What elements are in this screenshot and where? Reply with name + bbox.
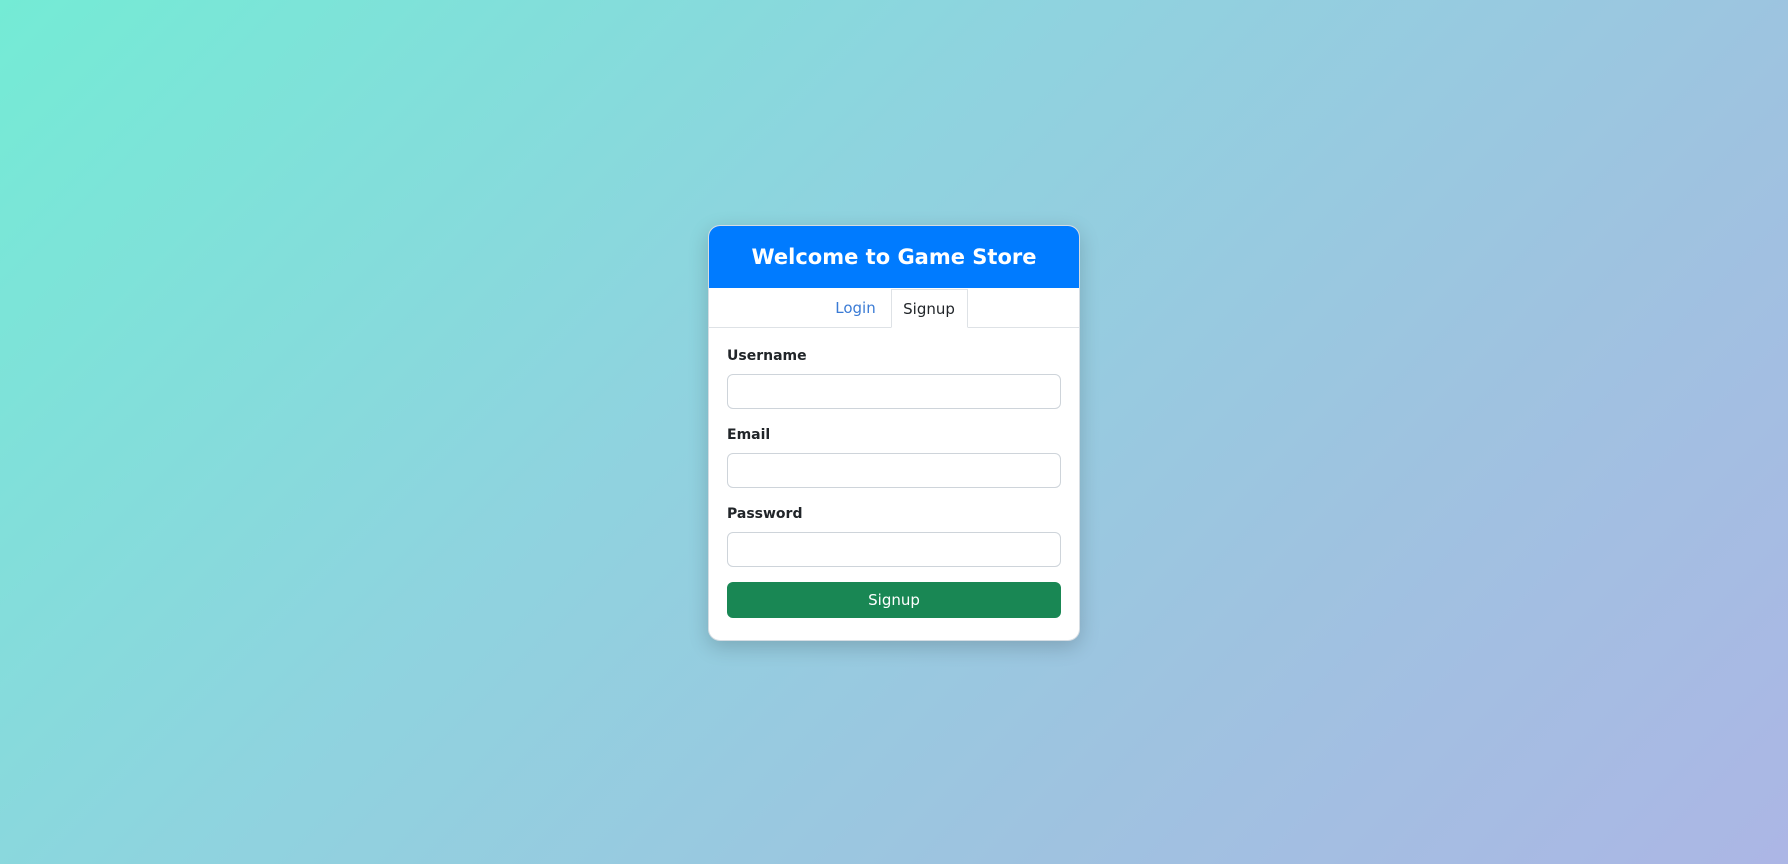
auth-tabs: Login Signup — [709, 288, 1079, 328]
username-input[interactable] — [727, 374, 1061, 409]
username-label: Username — [727, 348, 807, 364]
email-label: Email — [727, 427, 771, 443]
password-label: Password — [727, 506, 803, 522]
page-title: Welcome to Game Store — [751, 245, 1037, 269]
email-input[interactable] — [727, 453, 1061, 488]
tab-login[interactable]: Login — [821, 289, 891, 327]
card-header: Welcome to Game Store — [709, 226, 1079, 288]
tab-signup[interactable]: Signup — [890, 289, 968, 328]
signup-form: Username Email Password Signup — [709, 328, 1079, 618]
signup-button[interactable]: Signup — [727, 582, 1061, 618]
auth-card: Welcome to Game Store Login Signup Usern… — [708, 225, 1080, 641]
password-input[interactable] — [727, 532, 1061, 567]
